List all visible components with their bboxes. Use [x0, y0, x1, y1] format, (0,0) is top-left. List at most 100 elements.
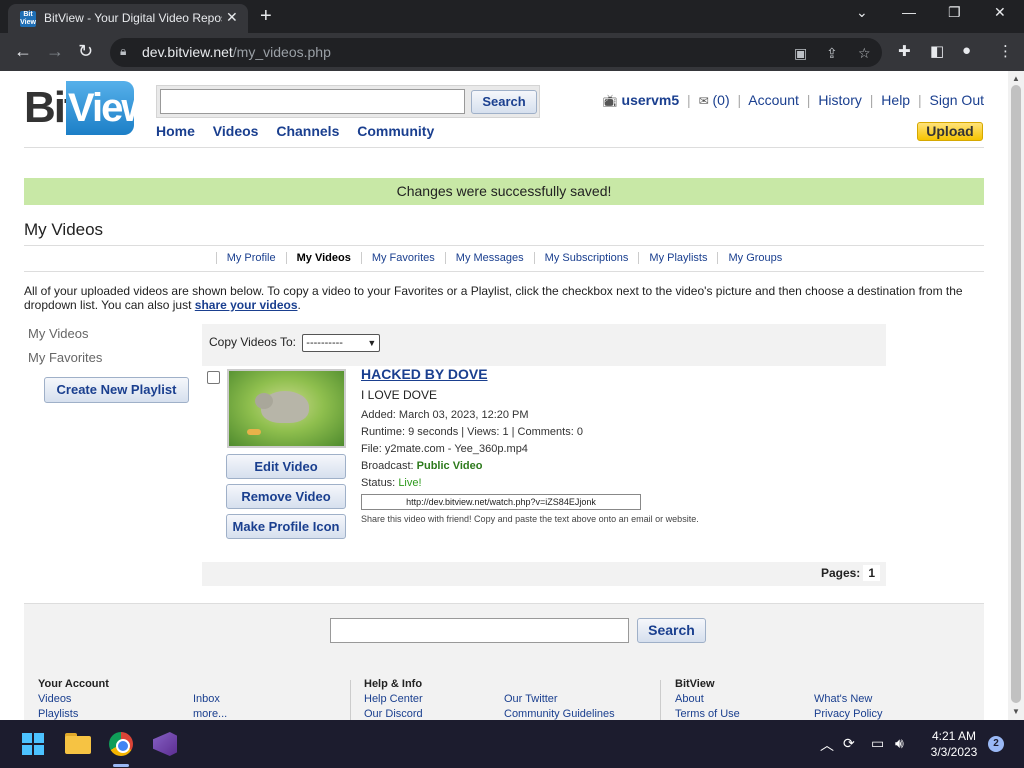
subnav-my-videos[interactable]: My Videos — [285, 252, 361, 264]
taskbar-clock[interactable]: 4:21 AM 3/3/2023 — [924, 728, 984, 760]
chrome-icon[interactable] — [107, 730, 135, 758]
scrollbar-thumb[interactable] — [1011, 85, 1021, 703]
subnav-my-favorites[interactable]: My Favorites — [360, 252, 445, 264]
tab-close-icon[interactable]: ✕ — [226, 9, 238, 26]
divider: | — [917, 92, 922, 108]
video-checkbox[interactable] — [207, 371, 220, 384]
footer-link-privacy[interactable]: Privacy Policy — [814, 708, 882, 720]
footer-link-more[interactable]: more... — [193, 708, 227, 720]
thumbnail-creature-head — [255, 393, 273, 409]
help-link[interactable]: Help — [881, 92, 910, 108]
footer-link-whats-new[interactable]: What's New — [814, 693, 872, 705]
footer-link-help-center[interactable]: Help Center — [364, 693, 423, 705]
nav-videos[interactable]: Videos — [213, 123, 259, 139]
thumbnail-flowers — [247, 429, 261, 435]
minimize-icon[interactable]: — — [902, 4, 916, 20]
account-subnav: My Profile My Videos My Favorites My Messag… — [24, 245, 984, 272]
browser-tab[interactable]: Bit View BitView - Your Digital Video Re… — [8, 4, 248, 33]
nav-channels[interactable]: Channels — [276, 123, 339, 139]
make-profile-icon-button[interactable]: Make Profile Icon — [226, 514, 346, 539]
footer-link-twitter[interactable]: Our Twitter — [504, 693, 558, 705]
create-playlist-button[interactable]: Create New Playlist — [44, 377, 189, 403]
video-status: Status: Live! — [361, 477, 422, 489]
username-link[interactable]: uservm5 — [622, 92, 680, 108]
cast-blocked-icon[interactable]: ▣ — [794, 45, 807, 62]
side-panel-icon[interactable]: ◧ — [930, 42, 944, 60]
footer-link-about[interactable]: About — [675, 693, 704, 705]
profile-icon[interactable]: ● — [962, 42, 971, 59]
sync-icon[interactable]: ⟳ — [843, 735, 855, 752]
edit-video-button[interactable]: Edit Video — [226, 454, 346, 479]
footer-search-button[interactable]: Search — [637, 618, 706, 643]
address-bar[interactable]: 🔒︎ dev.bitview.net/my_videos.php ▣ ⇪ ☆ — [110, 38, 882, 67]
footer-divider — [660, 680, 661, 720]
search-button[interactable]: Search — [471, 90, 537, 114]
page-number[interactable]: 1 — [863, 565, 880, 581]
subnav-my-profile[interactable]: My Profile — [215, 252, 286, 264]
success-notice: Changes were successfully saved! — [24, 178, 984, 205]
sidebar: My Videos My Favorites Create New Playli… — [24, 324, 196, 403]
tab-search-icon[interactable]: ⌄ — [856, 4, 868, 21]
user-nav: 📺︎ uservm5 | ✉ (0) | Account | History |… — [602, 92, 984, 108]
upload-button[interactable]: Upload — [917, 122, 983, 141]
reload-icon[interactable]: ↻ — [78, 41, 93, 61]
network-icon[interactable]: ▭ — [871, 735, 884, 752]
extensions-icon[interactable]: ✚ — [898, 42, 911, 60]
video-title-link[interactable]: HACKED BY DOVE — [361, 366, 488, 382]
footer-link-discord[interactable]: Our Discord — [364, 708, 423, 720]
share-url-field[interactable]: http://dev.bitview.net/watch.php?v=iZS84… — [361, 494, 641, 510]
file-explorer-icon[interactable] — [64, 730, 92, 758]
window-close-icon[interactable]: ✕ — [994, 4, 1006, 21]
back-icon[interactable]: ← — [14, 41, 32, 61]
subnav-my-subscriptions[interactable]: My Subscriptions — [533, 252, 639, 264]
sidebar-item-my-favorites[interactable]: My Favorites — [24, 348, 196, 367]
account-link[interactable]: Account — [748, 92, 799, 108]
copy-videos-label: Copy Videos To: — [209, 335, 296, 350]
footer-link-terms[interactable]: Terms of Use — [675, 708, 740, 720]
footer-link-videos[interactable]: Videos — [38, 693, 71, 705]
nav-community[interactable]: Community — [357, 123, 434, 139]
status-label: Status: — [361, 477, 396, 489]
history-link[interactable]: History — [818, 92, 862, 108]
remove-video-button[interactable]: Remove Video — [226, 484, 346, 509]
restore-icon[interactable]: ❐ — [948, 4, 961, 21]
footer-search-input[interactable] — [330, 618, 629, 643]
lock-icon: 🔒︎ — [120, 44, 127, 58]
chevron-down-icon: ▼ — [367, 338, 377, 348]
share-icon[interactable]: ⇪ — [826, 45, 838, 62]
sidebar-item-my-videos[interactable]: My Videos — [24, 324, 196, 343]
subnav-my-playlists[interactable]: My Playlists — [638, 252, 718, 264]
visual-studio-icon[interactable] — [151, 730, 179, 758]
sign-out-link[interactable]: Sign Out — [930, 92, 984, 108]
footer-link-playlists[interactable]: Playlists — [38, 708, 78, 720]
bookmark-star-icon[interactable]: ☆ — [858, 45, 871, 62]
share-instructions: Share this video with friend! Copy and p… — [361, 514, 699, 524]
subnav-my-messages[interactable]: My Messages — [444, 252, 534, 264]
main-nav: Home Videos Channels Community — [156, 123, 448, 139]
mail-icon[interactable]: ✉ — [699, 94, 709, 108]
share-videos-link[interactable]: share your videos — [195, 298, 298, 312]
intro-end: . — [297, 298, 301, 312]
search-input[interactable] — [160, 89, 465, 114]
page-content: Bit View Search Home Videos Channels Com… — [0, 71, 1008, 720]
windows-start-icon[interactable] — [22, 733, 44, 755]
footer-heading: BitView — [675, 678, 715, 690]
forward-icon[interactable]: → — [46, 41, 64, 61]
messages-count[interactable]: (0) — [713, 92, 730, 108]
tray-chevron-up-icon[interactable]: ︿ — [820, 735, 834, 755]
video-file: File: y2mate.com - Yee_360p.mp4 — [361, 443, 528, 455]
notification-badge[interactable]: 2 — [988, 736, 1004, 752]
scroll-up-icon[interactable]: ▲ — [1012, 74, 1020, 83]
footer-link-inbox[interactable]: Inbox — [193, 693, 220, 705]
nav-home[interactable]: Home — [156, 123, 195, 139]
new-tab-icon[interactable]: + — [260, 5, 272, 27]
video-thumbnail[interactable] — [227, 369, 346, 448]
scroll-down-icon[interactable]: ▼ — [1012, 707, 1020, 716]
volume-icon[interactable]: 🔊︎ — [895, 735, 904, 752]
copy-destination-select[interactable]: ---------- ▼ — [302, 334, 381, 352]
subnav-my-groups[interactable]: My Groups — [717, 252, 793, 264]
page-scrollbar[interactable]: ▲ ▼ — [1008, 71, 1024, 720]
menu-icon[interactable]: ⋮ — [998, 42, 1013, 60]
footer-link-guidelines[interactable]: Community Guidelines — [504, 708, 615, 720]
clock-date: 3/3/2023 — [930, 745, 978, 759]
